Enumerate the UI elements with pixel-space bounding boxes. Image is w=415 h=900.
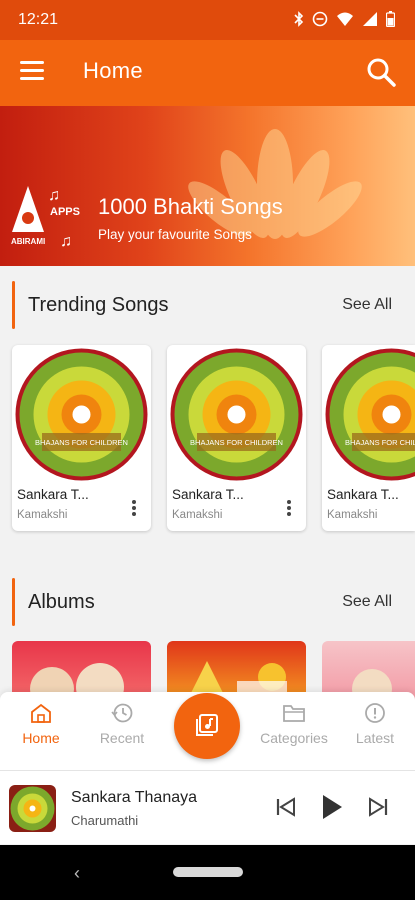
- more-vert-icon[interactable]: [131, 499, 137, 517]
- page-title: Home: [83, 58, 143, 83]
- back-icon[interactable]: ‹: [74, 863, 80, 884]
- nav-home-label: Home: [22, 730, 60, 746]
- song-artist: Kamakshi: [327, 509, 378, 521]
- music-library-button[interactable]: [174, 693, 240, 759]
- battery-icon: [386, 11, 395, 27]
- history-icon: [111, 703, 133, 723]
- nav-home[interactable]: Home: [18, 702, 64, 746]
- home-icon: [31, 703, 51, 723]
- now-playing-title: Sankara Thanaya: [71, 789, 198, 806]
- nav-recent[interactable]: Recent: [94, 702, 150, 746]
- nav-recent-label: Recent: [99, 730, 145, 746]
- song-title: Sankara T...: [172, 487, 244, 502]
- banner-title: 1000 Bhakti Songs: [98, 194, 283, 219]
- song-card[interactable]: BHAJANS FOR CHILDREN Sankara T... Kamaks…: [167, 345, 306, 531]
- app-bar: Home: [0, 40, 415, 106]
- song-title: Sankara T...: [327, 487, 399, 502]
- album-cover: BHAJANS FOR CHILDREN: [15, 348, 148, 481]
- bluetooth-icon: [294, 11, 304, 27]
- abirami-apps-logo: APPS ABIRAMI ♫ ♫: [11, 186, 80, 250]
- play-icon[interactable]: [320, 793, 344, 821]
- status-icons: [294, 11, 395, 27]
- svg-text:APPS: APPS: [50, 206, 80, 218]
- svg-text:♫: ♫: [60, 233, 72, 250]
- folder-icon: [283, 705, 305, 722]
- skip-next-icon[interactable]: [366, 795, 390, 819]
- status-time: 12:21: [18, 11, 59, 28]
- new-releases-icon: [365, 703, 385, 723]
- system-navigation-bar: ‹: [0, 845, 415, 900]
- now-playing-cover: [9, 785, 56, 832]
- wifi-icon: [337, 12, 353, 26]
- svg-text:BHAJANS FOR CHILDREN: BHAJANS FOR CHILDREN: [345, 438, 415, 447]
- nav-latest-label: Latest: [355, 730, 395, 746]
- status-bar: 12:21: [0, 0, 415, 40]
- albums-see-all-link[interactable]: See All: [342, 593, 392, 611]
- banner-subtitle: Play your favourite Songs: [98, 227, 252, 242]
- now-playing-artist: Charumathi: [71, 813, 139, 828]
- svg-text:ABIRAMI: ABIRAMI: [11, 237, 45, 246]
- svg-text:BHAJANS FOR CHILDREN: BHAJANS FOR CHILDREN: [35, 438, 128, 447]
- skip-previous-icon[interactable]: [274, 795, 298, 819]
- trending-see-all-link[interactable]: See All: [342, 296, 392, 314]
- signal-icon: [363, 12, 377, 26]
- svg-text:♫: ♫: [48, 187, 60, 204]
- album-cover: BHAJANS FOR CHILDREN: [325, 348, 415, 481]
- home-gesture-pill[interactable]: [173, 867, 243, 877]
- hero-banner[interactable]: APPS ABIRAMI ♫ ♫ 1000 Bhakti Songs Play …: [0, 106, 415, 266]
- svg-text:BHAJANS FOR CHILDREN: BHAJANS FOR CHILDREN: [190, 438, 283, 447]
- song-artist: Kamakshi: [17, 509, 68, 521]
- album-cover: BHAJANS FOR CHILDREN: [170, 348, 303, 481]
- song-artist: Kamakshi: [172, 509, 223, 521]
- dnd-icon: [312, 11, 328, 27]
- menu-icon[interactable]: [20, 61, 44, 81]
- section-accent-bar: [12, 578, 15, 626]
- nav-categories-label: Categories: [260, 730, 328, 746]
- nav-categories[interactable]: Categories: [252, 702, 336, 746]
- music-library-icon: [196, 714, 218, 736]
- albums-title: Albums: [28, 591, 95, 613]
- trending-title: Trending Songs: [28, 294, 169, 316]
- mini-player[interactable]: Sankara Thanaya Charumathi: [0, 770, 415, 844]
- section-accent-bar: [12, 281, 15, 329]
- song-title: Sankara T...: [17, 487, 89, 502]
- song-card[interactable]: BHAJANS FOR CHILDREN Sankara T... Kamaks…: [322, 345, 415, 531]
- search-icon[interactable]: [365, 56, 397, 88]
- nav-latest[interactable]: Latest: [351, 702, 399, 746]
- more-vert-icon[interactable]: [286, 499, 292, 517]
- song-card[interactable]: BHAJANS FOR CHILDREN Sankara T... Kamaks…: [12, 345, 151, 531]
